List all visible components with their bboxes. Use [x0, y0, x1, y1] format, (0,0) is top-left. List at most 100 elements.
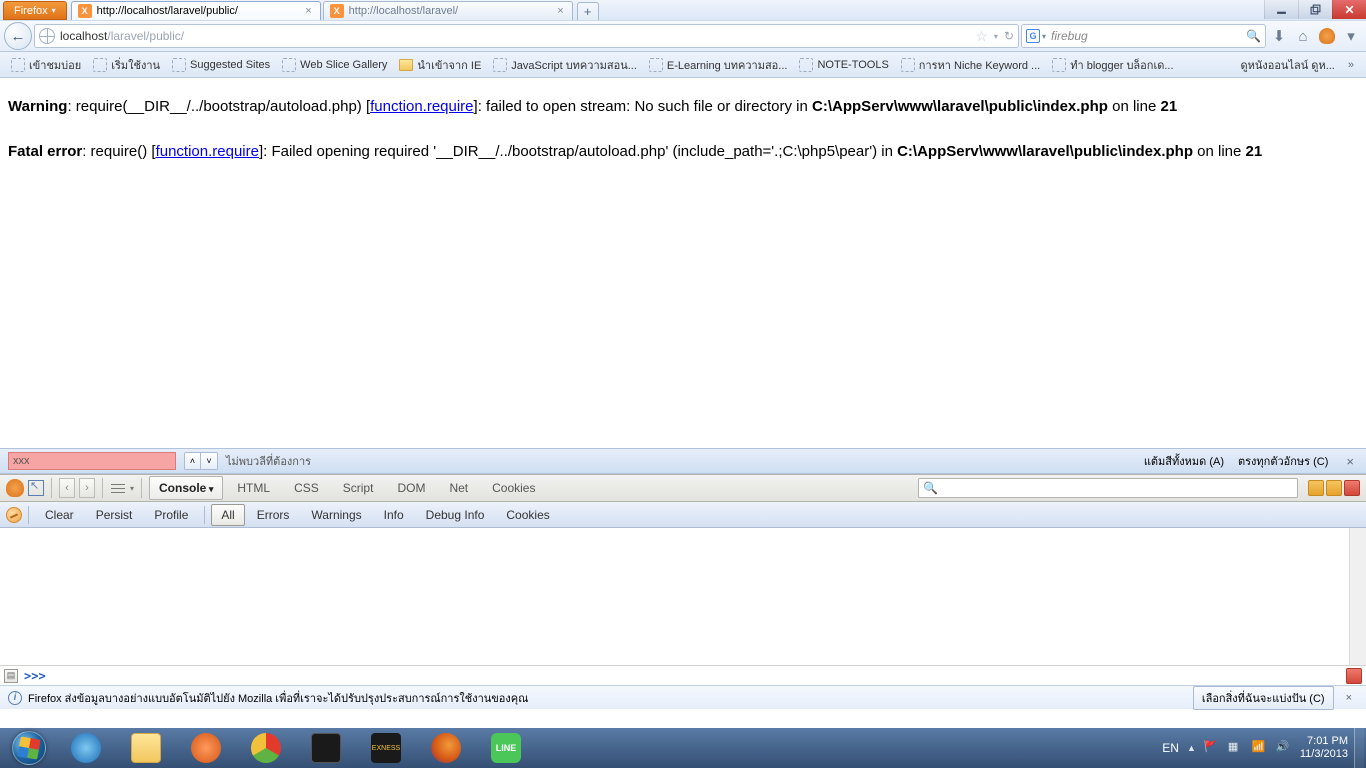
back-button[interactable]: ←	[4, 22, 32, 50]
bookmark-item[interactable]: Suggested Sites	[167, 56, 275, 74]
console-filter-debug[interactable]: Debug Info	[416, 504, 495, 526]
close-icon[interactable]: ×	[303, 5, 313, 17]
firebug-command-line[interactable]: ▤ >>>	[0, 665, 1366, 685]
firebug-tab-console[interactable]: Console	[149, 476, 223, 500]
volume-icon[interactable]: 🔊	[1276, 740, 1292, 756]
minimize-button[interactable]	[1264, 0, 1298, 19]
restore-button[interactable]	[1298, 0, 1332, 19]
taskbar-ie[interactable]	[57, 729, 115, 767]
reload-icon[interactable]: ↻	[1004, 29, 1014, 43]
bookmarks-overflow-icon[interactable]: »	[1342, 59, 1360, 71]
info-icon: i	[8, 691, 22, 705]
page-icon	[799, 58, 813, 72]
firebug-toolbar-icon[interactable]	[1316, 25, 1338, 47]
close-button[interactable]	[1332, 0, 1366, 19]
bookmark-item[interactable]: การหา Niche Keyword ...	[896, 54, 1045, 76]
bookmark-item[interactable]: ดูหนังออนไลน์ ดูห...	[1235, 54, 1339, 76]
taskbar-chrome[interactable]	[237, 729, 295, 767]
firebug-search[interactable]: 🔍	[918, 478, 1298, 498]
start-button[interactable]	[2, 728, 56, 768]
console-filter-cookies[interactable]: Cookies	[496, 504, 559, 526]
xampp-icon: X	[330, 4, 344, 18]
taskbar-clock[interactable]: 7:01 PM11/3/2013	[1300, 735, 1348, 760]
inspect-icon[interactable]	[28, 480, 44, 496]
command-editor-toggle-icon[interactable]: ▤	[4, 669, 18, 683]
panel-list-icon[interactable]	[110, 480, 126, 496]
bookmark-item[interactable]: JavaScript บทความสอน...	[488, 54, 642, 76]
network-icon[interactable]: 📶	[1252, 740, 1268, 756]
break-on-error-icon[interactable]	[6, 507, 22, 523]
console-filter-all[interactable]: All	[211, 504, 244, 526]
search-icon[interactable]: 🔍	[1246, 29, 1261, 43]
search-input[interactable]	[1051, 29, 1246, 43]
bookmark-item[interactable]: เริ่มใช้งาน	[88, 54, 165, 76]
google-icon[interactable]: G	[1026, 29, 1040, 43]
firebug-tab-dom[interactable]: DOM	[387, 476, 435, 500]
tray-app-icon[interactable]: ▦	[1228, 740, 1244, 756]
show-desktop-button[interactable]	[1354, 728, 1364, 768]
close-icon[interactable]: ×	[1342, 454, 1358, 469]
bookmarks-menu-button[interactable]: ▾	[1340, 25, 1362, 47]
browser-tab[interactable]: X http://localhost/laravel/ ×	[323, 1, 573, 20]
new-tab-button[interactable]: +	[577, 2, 599, 20]
function-require-link[interactable]: function.require	[156, 143, 259, 160]
bookmark-folder[interactable]: นำเข้าจาก IE	[394, 54, 486, 76]
find-prev-button[interactable]: ˄	[185, 453, 201, 469]
firebug-tab-css[interactable]: CSS	[284, 476, 329, 500]
action-center-icon[interactable]: 🚩	[1204, 740, 1220, 756]
share-choices-button[interactable]: เลือกสิ่งที่ฉันจะแบ่งปัน (C)	[1193, 686, 1334, 710]
scrollbar[interactable]	[1349, 528, 1366, 665]
notification-text: Firefox ส่งข้อมูลบางอย่างแบบอัตโนมัติไปย…	[28, 689, 528, 707]
browser-tab[interactable]: X http://localhost/laravel/public/ ×	[71, 1, 321, 20]
console-profile-button[interactable]: Profile	[144, 504, 198, 526]
bookmark-item[interactable]: Web Slice Gallery	[277, 56, 392, 74]
firebug-minimize-button[interactable]	[1308, 480, 1324, 496]
console-filter-errors[interactable]: Errors	[247, 504, 300, 526]
find-next-button[interactable]: ˅	[201, 453, 217, 469]
dropdown-icon[interactable]: ▾	[130, 484, 134, 493]
home-button[interactable]: ⌂	[1292, 25, 1314, 47]
firebug-close-button[interactable]	[1344, 480, 1360, 496]
firebug-console-output[interactable]	[0, 528, 1366, 665]
language-indicator[interactable]: EN	[1162, 741, 1179, 755]
bookmark-item[interactable]: ทำ blogger บล็อกเด...	[1047, 54, 1178, 76]
taskbar-line[interactable]: LINE	[477, 729, 535, 767]
url-bar[interactable]: localhost/laravel/public/ ☆ ▾ ↻	[34, 24, 1019, 48]
dropdown-icon[interactable]: ▾	[994, 32, 998, 41]
bookmark-item[interactable]: NOTE-TOOLS	[794, 56, 893, 74]
firebug-tab-net[interactable]: Net	[439, 476, 478, 500]
bookmark-star-icon[interactable]: ☆	[975, 28, 988, 45]
highlight-all-toggle[interactable]: แต้มสีทั้งหมด (A)	[1144, 452, 1224, 470]
close-icon[interactable]: ×	[1340, 692, 1358, 704]
close-icon[interactable]: ×	[555, 5, 565, 17]
function-require-link[interactable]: function.require	[370, 98, 473, 115]
dropdown-icon[interactable]: ▾	[1042, 32, 1046, 41]
console-persist-button[interactable]: Persist	[86, 504, 143, 526]
firebug-tab-cookies[interactable]: Cookies	[482, 476, 545, 500]
firebug-back-button[interactable]: ‹	[59, 478, 75, 498]
search-bar[interactable]: G ▾ 🔍	[1021, 24, 1266, 48]
firebug-forward-button[interactable]: ›	[79, 478, 95, 498]
console-filter-info[interactable]: Info	[374, 504, 414, 526]
firebug-icon[interactable]	[6, 479, 24, 497]
page-icon	[93, 58, 107, 72]
php-warning: Warning: require(__DIR__/../bootstrap/au…	[8, 96, 1358, 119]
match-case-toggle[interactable]: ตรงทุกตัวอักษร (C)	[1238, 452, 1328, 470]
taskbar-exness[interactable]: EXNESS	[357, 729, 415, 767]
downloads-button[interactable]: ⬇	[1268, 25, 1290, 47]
taskbar-firefox[interactable]	[417, 729, 475, 767]
command-editor-close-icon[interactable]	[1346, 668, 1362, 684]
bookmark-item[interactable]: เข้าชมบ่อย	[6, 54, 86, 76]
firebug-tab-html[interactable]: HTML	[227, 476, 280, 500]
taskbar-mediaplayer[interactable]	[177, 729, 235, 767]
firebug-detach-button[interactable]	[1326, 480, 1342, 496]
show-hidden-icons[interactable]: ▲	[1187, 743, 1196, 753]
console-clear-button[interactable]: Clear	[35, 504, 84, 526]
taskbar-explorer[interactable]	[117, 729, 175, 767]
bookmark-item[interactable]: E-Learning บทความสอ...	[644, 54, 793, 76]
console-filter-warnings[interactable]: Warnings	[301, 504, 371, 526]
taskbar-cmd[interactable]	[297, 729, 355, 767]
firebug-tab-script[interactable]: Script	[333, 476, 384, 500]
firefox-menu-button[interactable]: Firefox	[3, 1, 67, 20]
find-input[interactable]	[8, 452, 176, 470]
